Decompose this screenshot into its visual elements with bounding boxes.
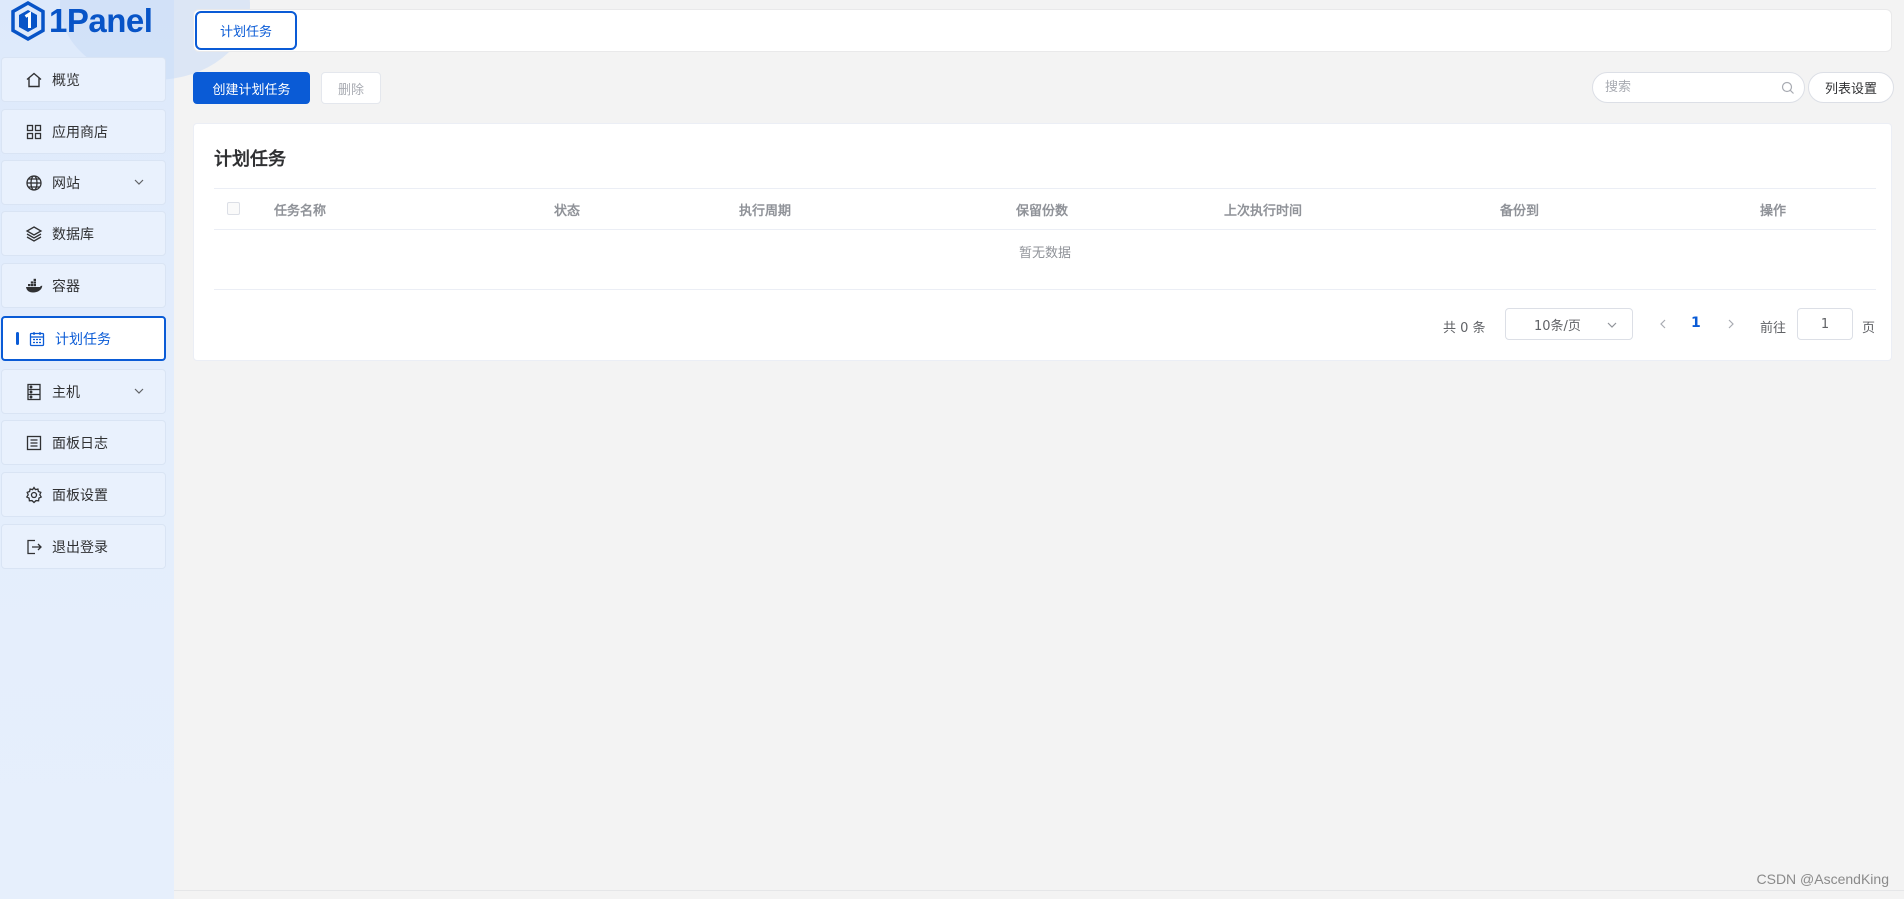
- sidebar-item-label: 数据库: [52, 226, 94, 243]
- page-size-value: 10条/页: [1534, 318, 1581, 334]
- sidebar-item-database[interactable]: 数据库: [1, 211, 166, 256]
- pagination-goto-label: 前往: [1760, 321, 1787, 336]
- sidebar-item-panel-log[interactable]: 面板日志: [1, 420, 166, 465]
- sidebar-item-host[interactable]: 主机: [1, 369, 166, 414]
- table-header: 任务名称 状态 执行周期 保留份数 上次执行时间 备份到 操作: [214, 188, 1876, 230]
- chevron-left-icon[interactable]: [1657, 318, 1669, 330]
- tab-cronjob[interactable]: 计划任务: [195, 11, 297, 50]
- active-indicator: [16, 332, 19, 345]
- sidebar-item-panel-settings[interactable]: 面板设置: [1, 472, 166, 517]
- logout-icon: [25, 538, 43, 556]
- logo-hexagon-icon: [11, 1, 45, 41]
- sidebar-item-label: 概览: [52, 72, 80, 89]
- pagination-page-number[interactable]: 1: [1691, 315, 1701, 331]
- sidebar-item-label: 应用商店: [52, 124, 108, 141]
- card-title: 计划任务: [214, 149, 286, 170]
- column-header-period[interactable]: 执行周期: [739, 200, 791, 219]
- pagination-total: 共 0 条: [1443, 321, 1486, 336]
- column-header-name[interactable]: 任务名称: [274, 200, 326, 219]
- column-header-last-run[interactable]: 上次执行时间: [1224, 200, 1302, 219]
- page-size-select[interactable]: 10条/页: [1505, 308, 1633, 340]
- column-settings-button[interactable]: 列表设置: [1808, 72, 1894, 103]
- pagination-page-suffix: 页: [1862, 321, 1876, 336]
- sidebar-item-overview[interactable]: 概览: [1, 57, 166, 102]
- chevron-right-icon[interactable]: [1725, 318, 1737, 330]
- server-icon: [25, 383, 43, 401]
- sidebar-item-logout[interactable]: 退出登录: [1, 524, 166, 569]
- docker-icon: [25, 277, 43, 295]
- delete-button[interactable]: 删除: [321, 72, 381, 104]
- sidebar-item-label: 退出登录: [52, 539, 108, 556]
- search-icon[interactable]: [1781, 81, 1795, 95]
- create-cronjob-button[interactable]: 创建计划任务: [193, 72, 310, 104]
- sidebar-item-label: 容器: [52, 278, 80, 295]
- footer-divider: [174, 890, 1904, 891]
- globe-icon: [25, 174, 43, 192]
- cronjob-card: 计划任务 任务名称 状态 执行周期 保留份数 上次执行时间 备份到 操作 暂无数…: [193, 123, 1892, 361]
- empty-state-text: 暂无数据: [214, 229, 1876, 290]
- watermark: CSDN @AscendKing: [1756, 871, 1890, 887]
- search-input[interactable]: [1603, 79, 1777, 96]
- sidebar-item-cronjob[interactable]: 计划任务: [1, 316, 166, 361]
- sidebar-item-container[interactable]: 容器: [1, 263, 166, 308]
- home-icon: [25, 71, 43, 89]
- sidebar-item-website[interactable]: 网站: [1, 160, 166, 205]
- layers-icon: [25, 225, 43, 243]
- apps-grid-icon: [25, 123, 43, 141]
- chevron-down-icon: [134, 179, 144, 185]
- sidebar-item-label: 面板设置: [52, 487, 108, 504]
- app-logo[interactable]: 1Panel: [10, 1, 153, 41]
- log-list-icon: [25, 434, 43, 452]
- gear-icon: [25, 485, 43, 504]
- select-all-checkbox[interactable]: [227, 202, 240, 215]
- sidebar-item-label: 网站: [52, 175, 80, 192]
- chevron-down-icon: [1607, 322, 1617, 328]
- calendar-icon: [28, 330, 46, 348]
- chevron-down-icon: [134, 388, 144, 394]
- sidebar-item-label: 主机: [52, 384, 80, 401]
- sidebar-item-app-store[interactable]: 应用商店: [1, 109, 166, 154]
- search-box: [1592, 72, 1805, 103]
- sidebar-item-label: 计划任务: [55, 331, 111, 348]
- logo-text: 1Panel: [49, 2, 153, 39]
- tab-bar: 计划任务: [193, 9, 1892, 52]
- column-header-backup-to[interactable]: 备份到: [1500, 200, 1539, 219]
- sidebar-item-label: 面板日志: [52, 435, 108, 452]
- column-header-actions[interactable]: 操作: [1760, 200, 1786, 219]
- sidebar: 1Panel 概览 应用商店 网站 数据库 容器 计划任务 主机 面板日志 面板…: [0, 0, 250, 899]
- column-header-status[interactable]: 状态: [554, 200, 580, 219]
- column-header-retain[interactable]: 保留份数: [1016, 200, 1068, 219]
- pagination-goto-input[interactable]: 1: [1797, 308, 1853, 340]
